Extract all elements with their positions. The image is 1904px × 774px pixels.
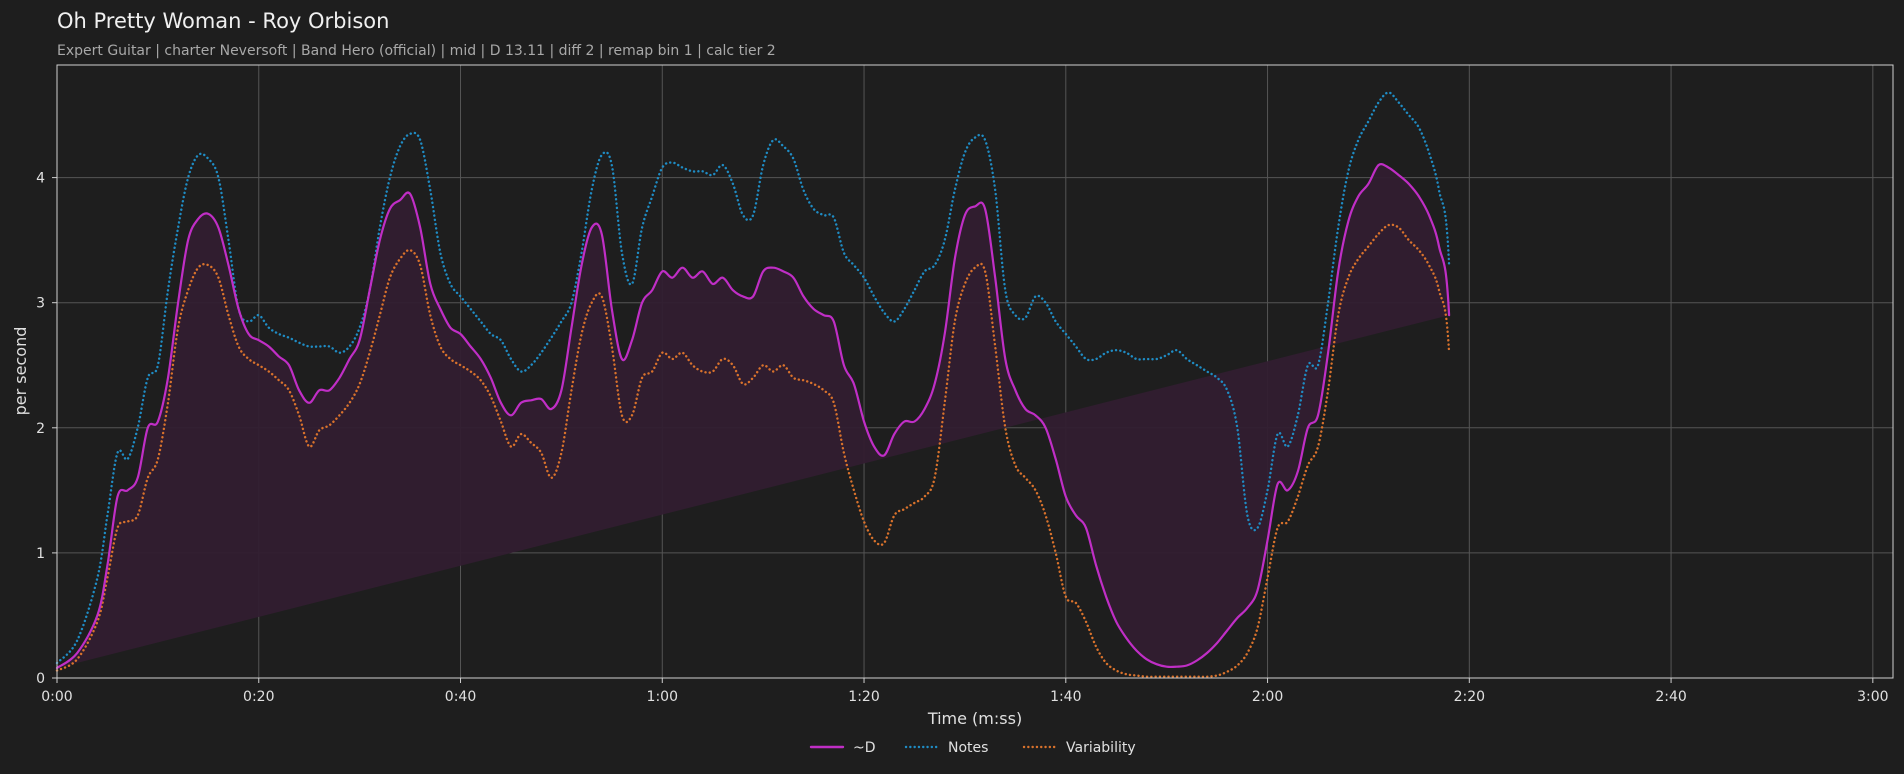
series-area-d (57, 164, 1450, 668)
chart-title: Oh Pretty Woman - Roy Orbison (57, 9, 389, 33)
chart-canvas: Oh Pretty Woman - Roy Orbison Expert Gui… (11, 9, 1894, 756)
y-axis: 0 1 2 3 4 (36, 171, 57, 687)
y-tick-label: 3 (36, 296, 45, 312)
x-tick-label: 2:20 (1454, 689, 1485, 705)
x-tick-label: 0:00 (41, 689, 72, 705)
x-tick-label: 1:00 (647, 689, 678, 705)
y-tick-label: 4 (36, 171, 45, 187)
x-tick-label: 1:20 (848, 689, 879, 705)
y-axis-label: per second (11, 327, 30, 416)
x-tick-label: 0:20 (243, 689, 274, 705)
x-tick-label: 1:40 (1050, 689, 1081, 705)
legend-label: Variability (1066, 740, 1136, 756)
x-axis-label: Time (m:ss) (927, 709, 1022, 728)
chart-subtitle: Expert Guitar | charter Neversoft | Band… (57, 43, 776, 59)
y-tick-label: 2 (36, 421, 45, 437)
y-tick-label: 0 (36, 671, 45, 687)
x-tick-label: 2:00 (1252, 689, 1283, 705)
plot-area (55, 64, 1894, 679)
x-tick-label: 0:40 (445, 689, 476, 705)
legend: ~D Notes Variability (809, 740, 1136, 756)
x-tick-label: 3:00 (1857, 689, 1888, 705)
legend-label: Notes (948, 740, 988, 756)
x-tick-label: 2:40 (1655, 689, 1686, 705)
legend-label: ~D (853, 740, 876, 756)
x-axis: 0:00 0:20 0:40 1:00 1:20 1:40 2:00 2:20 2:40 3:00 (41, 678, 1889, 705)
y-tick-label: 1 (36, 546, 45, 562)
series-layer (55, 91, 1451, 679)
